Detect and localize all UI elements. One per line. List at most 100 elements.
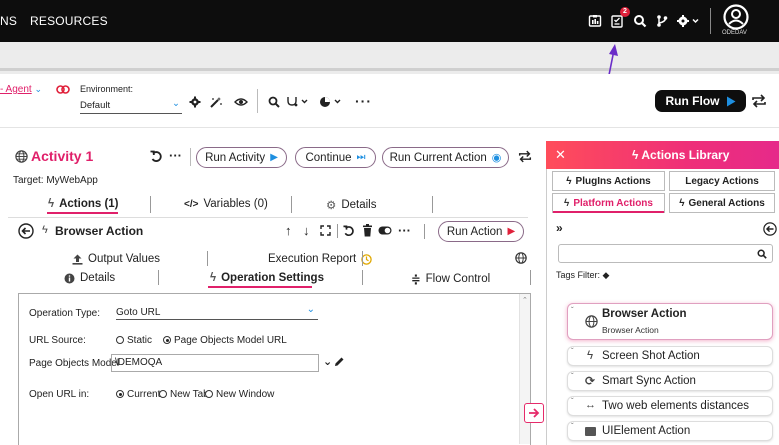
undo-icon[interactable]: [343, 225, 355, 237]
tab-legacy-actions[interactable]: Legacy Actions: [669, 171, 775, 191]
library-item-browser-action[interactable]: ˇ Browser Action Browser Action: [567, 303, 773, 340]
environment-select[interactable]: Default ⌄: [80, 98, 182, 114]
divider: [337, 224, 338, 238]
open-url-label: Open URL in:: [29, 389, 90, 400]
report-icon[interactable]: [585, 11, 605, 31]
analyzer-dropdown-icon[interactable]: [285, 94, 311, 110]
continue-button[interactable]: Continue ⏭: [295, 147, 376, 168]
flow-control-icon: ≑: [411, 274, 421, 286]
gear-icon: ⚙: [326, 200, 337, 212]
delete-icon[interactable]: [362, 224, 373, 237]
pom-input[interactable]: \DEMOQA: [111, 354, 319, 372]
expand-library-button[interactable]: [524, 403, 544, 423]
divider: [150, 196, 151, 213]
tab-plugins-actions[interactable]: ϟ PlugIns Actions: [552, 171, 665, 191]
repeat-icon[interactable]: [517, 150, 533, 163]
open-new-window-radio[interactable]: New Window: [205, 389, 274, 400]
url-source-static-radio[interactable]: Static: [116, 335, 152, 346]
tab-operation-settings[interactable]: ϟ Operation Settings: [210, 272, 324, 284]
nav-item-partial[interactable]: NS: [0, 14, 17, 28]
url-source-pom-radio[interactable]: Page Objects Model URL: [163, 335, 287, 346]
move-down-icon[interactable]: ↓: [303, 223, 310, 238]
play-icon: [726, 96, 735, 106]
search-icon: [757, 249, 767, 259]
globe-icon[interactable]: [515, 252, 527, 264]
edit-pencil-icon[interactable]: [334, 356, 345, 367]
divider: [432, 196, 433, 213]
tab-general-actions[interactable]: ϟ General Actions: [669, 193, 775, 213]
bolt-icon: ϟ: [48, 198, 55, 210]
close-icon[interactable]: ✕: [555, 147, 566, 163]
chart-dropdown-icon[interactable]: [318, 94, 344, 110]
tab-details[interactable]: Details: [64, 272, 115, 284]
tags-filter-label[interactable]: Tags Filter: ◆: [556, 270, 609, 281]
agent-toggle-icon[interactable]: [56, 85, 70, 94]
arrow-right-icon: [529, 408, 540, 418]
top-nav-bar: NS RESOURCES 2 ODEDAV: [0, 0, 779, 42]
tab-actions[interactable]: ϟ Actions (1): [48, 198, 119, 210]
arrows-horizontal-icon: ↔: [585, 399, 596, 411]
info-icon: [64, 273, 75, 283]
divider: [8, 217, 528, 218]
tab-output-values[interactable]: Output Values: [72, 253, 160, 265]
search-icon[interactable]: [266, 94, 282, 110]
expand-icon[interactable]: [320, 225, 331, 236]
toggle-icon[interactable]: [378, 226, 392, 235]
play-icon: ▶: [270, 152, 278, 163]
repeat-icon[interactable]: [750, 94, 768, 108]
library-item-uielement-action[interactable]: ˇ UIElement Action: [567, 421, 773, 441]
actions-library-title: ϟ Actions Library: [632, 148, 730, 162]
divider: [710, 8, 711, 34]
tab-variables[interactable]: </> Variables (0): [184, 198, 268, 210]
library-item-two-web-elements-distances[interactable]: ˇ ↔ Two web elements distances: [567, 396, 773, 416]
library-item-smart-sync-action[interactable]: ˇ ⟳ Smart Sync Action: [567, 371, 773, 391]
bolt-icon: ϟ: [42, 224, 48, 236]
chevron-down-icon[interactable]: ⌄: [323, 355, 332, 368]
gear-icon[interactable]: [187, 94, 203, 110]
move-up-icon[interactable]: ↑: [285, 223, 292, 238]
search-icon[interactable]: [630, 11, 650, 31]
open-current-radio[interactable]: Current: [116, 389, 160, 400]
source-control-icon[interactable]: [652, 11, 672, 31]
settings-dropdown-icon[interactable]: [674, 11, 702, 31]
agent-selector[interactable]: - Agent ⌄: [0, 84, 42, 95]
activity-title[interactable]: Activity 1: [31, 148, 93, 164]
more-options-icon[interactable]: ···: [169, 148, 182, 163]
more-options-icon[interactable]: ···: [355, 93, 372, 109]
back-arrow-icon[interactable]: [18, 223, 34, 239]
back-arrow-icon[interactable]: [763, 222, 777, 236]
platform-icon: ϟ: [564, 197, 570, 209]
active-tab-indicator: [208, 286, 312, 288]
library-item-screen-shot-action[interactable]: ˇ ϟ Screen Shot Action: [567, 346, 773, 366]
record-icon: ◉: [491, 152, 502, 164]
ui-element-icon: [585, 427, 596, 436]
divider: [362, 251, 363, 266]
globe-icon: [15, 150, 28, 163]
divider: [190, 148, 191, 166]
run-action-button[interactable]: Run Action ▶: [438, 221, 524, 242]
tab-platform-actions[interactable]: ϟ Platform Actions: [552, 193, 665, 213]
user-avatar-icon[interactable]: [722, 4, 750, 30]
activity-target: Target: MyWebApp: [13, 175, 98, 186]
nav-item-resources[interactable]: RESOURCES: [30, 14, 108, 28]
header-divider: [0, 68, 779, 71]
magic-wand-icon[interactable]: [208, 94, 224, 110]
tab-flow-control[interactable]: ≑ Flow Control: [411, 272, 490, 286]
operation-type-select[interactable]: Goto URL ⌄: [116, 304, 318, 320]
more-options-icon[interactable]: ···: [398, 223, 411, 238]
library-search-input[interactable]: [558, 244, 773, 263]
actions-library-header: ✕ ϟ Actions Library: [546, 141, 779, 169]
tab-execution-report[interactable]: Execution Report: [268, 253, 372, 265]
undo-icon[interactable]: [150, 150, 163, 163]
bolt-icon: ϟ: [210, 272, 217, 284]
general-icon: ϟ: [679, 197, 685, 209]
run-current-action-button[interactable]: Run Current Action ◉: [382, 147, 509, 168]
operation-type-label: Operation Type:: [29, 308, 100, 319]
collapse-all-icon[interactable]: »: [556, 221, 563, 235]
run-activity-button[interactable]: Run Activity ▶: [196, 147, 287, 168]
bolt-icon: ϟ: [587, 350, 594, 362]
tab-details[interactable]: ⚙ Details: [326, 198, 376, 212]
eye-icon[interactable]: [233, 94, 249, 110]
run-flow-button[interactable]: Run Flow: [655, 90, 746, 112]
open-new-tab-radio[interactable]: New Tab: [159, 389, 209, 400]
